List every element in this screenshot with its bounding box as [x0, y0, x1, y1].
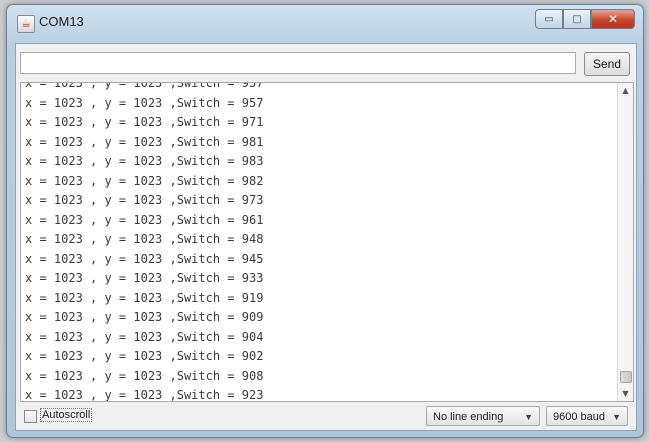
- scroll-up-arrow-icon[interactable]: ▲: [618, 83, 633, 98]
- window-title: COM13: [39, 14, 84, 29]
- output-line: x = 1023 , y = 1023 ,Switch = 957: [25, 95, 264, 110]
- title-bar[interactable]: ☕ COM13 ▭ □ ✕: [7, 5, 643, 43]
- minimize-icon: ▭: [544, 13, 554, 25]
- output-line: x = 1023 , y = 1023 ,Switch = 983: [25, 154, 264, 168]
- output-line: x = 1023 , y = 1023 ,Switch = 981: [25, 134, 264, 149]
- output-line: x = 1023 , y = 1023 ,Switch = 923: [25, 388, 264, 402]
- autoscroll-checkbox[interactable]: [24, 410, 37, 423]
- baud-rate-select[interactable]: 9600 baud ▼: [546, 406, 628, 426]
- output-line: x = 1023 , y = 1023 ,Switch = 909: [25, 310, 264, 324]
- output-line: x = 1023 , y = 1023 ,Switch = 961: [25, 212, 264, 227]
- serial-monitor-window: ☕ COM13 ▭ □ ✕ Send x = 1023 , y = 1023 ,…: [6, 4, 644, 438]
- output-line: x = 1023 , y = 1023 ,Switch = 904: [25, 329, 264, 344]
- maximize-icon: □: [572, 13, 582, 25]
- output-line: x = 1023 , y = 1023 ,Switch = 957: [25, 82, 264, 90]
- client-area: Send x = 1023 , y = 1023 ,Switch = 957 x …: [15, 43, 637, 431]
- maximize-button[interactable]: □: [563, 9, 591, 29]
- window-controls: ▭ □ ✕: [535, 9, 635, 29]
- output-line: x = 1023 , y = 1023 ,Switch = 902: [25, 349, 264, 363]
- minimize-button[interactable]: ▭: [535, 9, 563, 29]
- line-ending-value: No line ending: [433, 411, 504, 423]
- output-line: x = 1023 , y = 1023 ,Switch = 919: [25, 290, 264, 305]
- baud-rate-value: 9600 baud: [553, 411, 605, 423]
- java-app-icon: ☕: [17, 15, 35, 33]
- output-lines: x = 1023 , y = 1023 ,Switch = 957 x = 102…: [25, 82, 617, 402]
- close-button[interactable]: ✕: [591, 9, 635, 29]
- send-input[interactable]: [20, 52, 576, 74]
- chevron-down-icon: ▼: [524, 412, 533, 422]
- serial-output[interactable]: x = 1023 , y = 1023 ,Switch = 957 x = 102…: [20, 82, 634, 402]
- output-line: x = 1023 , y = 1023 ,Switch = 945: [25, 251, 264, 266]
- output-line: x = 1023 , y = 1023 ,Switch = 908: [25, 368, 264, 383]
- bottom-bar: Autoscroll No line ending ▼ 9600 baud ▼: [20, 406, 632, 426]
- output-line: x = 1023 , y = 1023 ,Switch = 933: [25, 271, 264, 285]
- send-button[interactable]: Send: [584, 52, 630, 76]
- close-icon: ✕: [607, 12, 619, 26]
- output-line: x = 1023 , y = 1023 ,Switch = 948: [25, 232, 264, 246]
- chevron-down-icon: ▼: [612, 412, 621, 422]
- line-ending-select[interactable]: No line ending ▼: [426, 406, 540, 426]
- output-line: x = 1023 , y = 1023 ,Switch = 982: [25, 173, 264, 188]
- autoscroll-label[interactable]: Autoscroll: [40, 408, 93, 422]
- scrollbar-thumb[interactable]: [620, 371, 632, 383]
- output-line: x = 1023 , y = 1023 ,Switch = 973: [25, 193, 264, 207]
- vertical-scrollbar[interactable]: ▲ ▼: [617, 83, 633, 401]
- output-line: x = 1023 , y = 1023 ,Switch = 971: [25, 115, 264, 129]
- scroll-down-arrow-icon[interactable]: ▼: [618, 386, 633, 401]
